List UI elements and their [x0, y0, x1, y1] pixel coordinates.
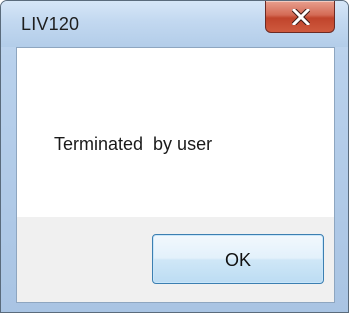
dialog-client-area: Terminated by user OK [16, 47, 335, 303]
dialog-window: LIV120 Terminated by user OK [0, 0, 349, 313]
close-icon [292, 9, 310, 25]
title-bar[interactable]: LIV120 [1, 1, 348, 47]
ok-button[interactable]: OK [152, 234, 324, 284]
close-button[interactable] [265, 1, 335, 33]
message-area: Terminated by user [17, 48, 334, 217]
message-text: Terminated by user [54, 134, 213, 154]
window-title: LIV120 [21, 14, 80, 34]
